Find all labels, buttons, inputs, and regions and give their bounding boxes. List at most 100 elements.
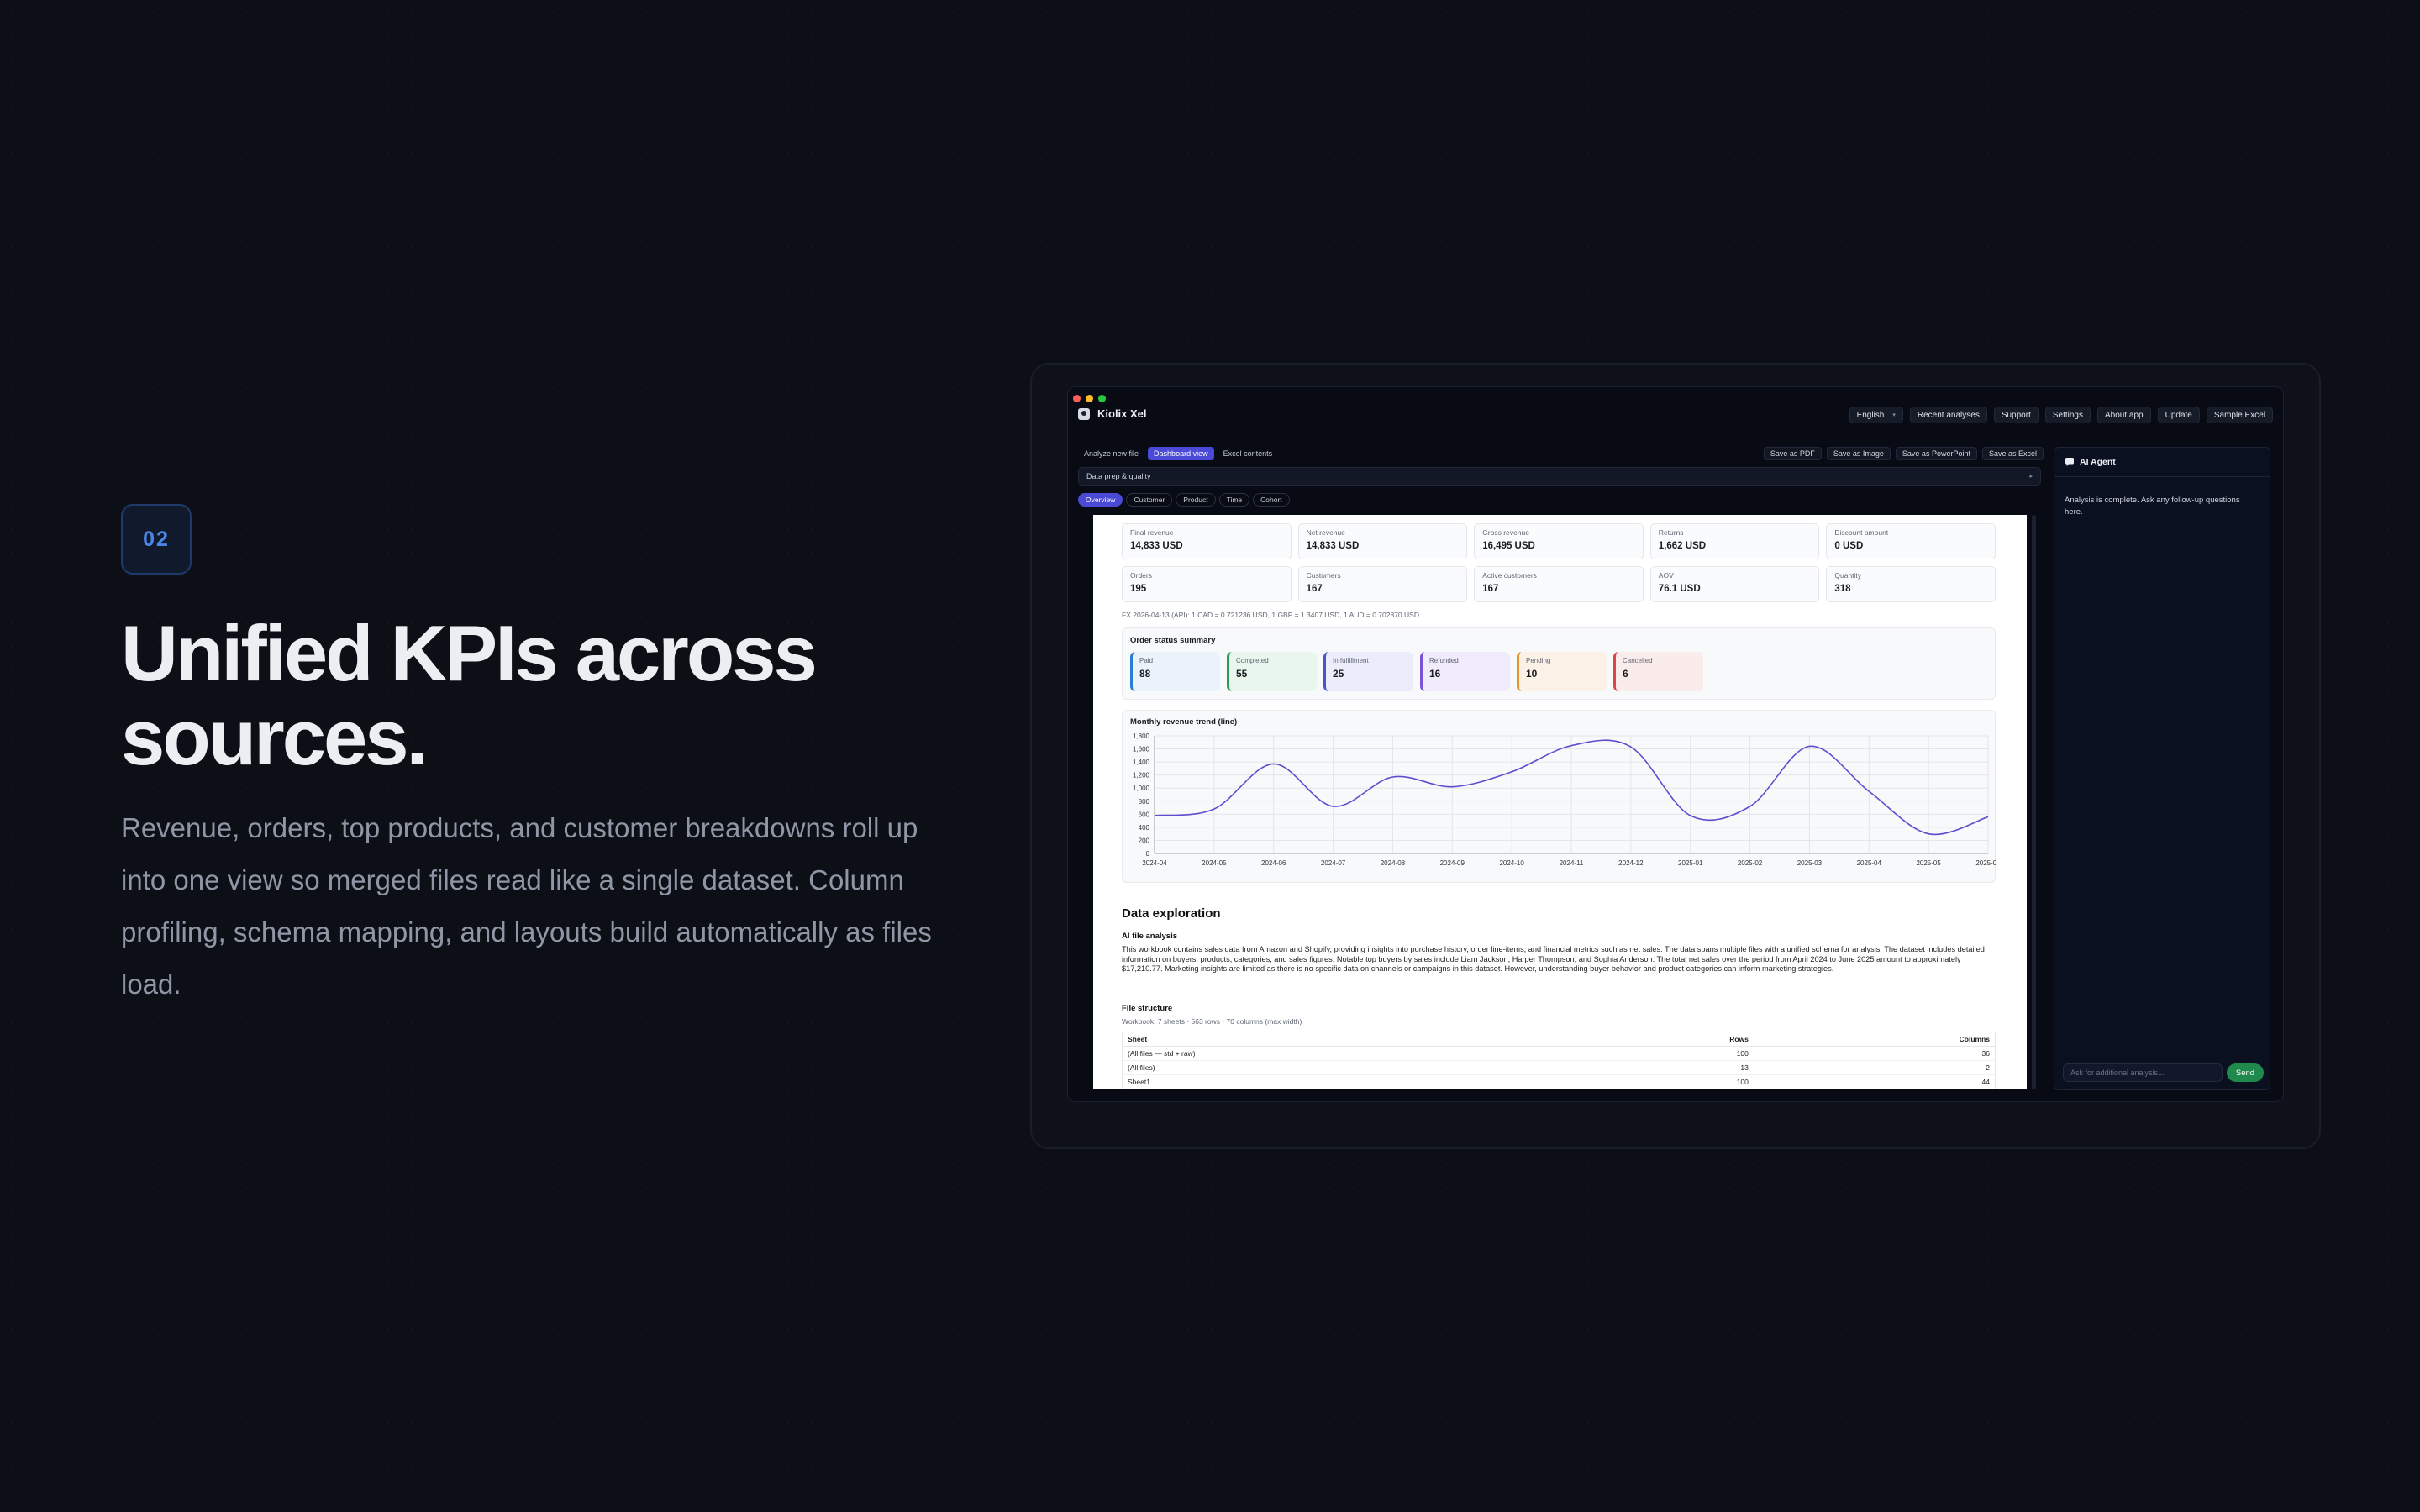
kpi-label: Customers — [1306, 571, 1341, 580]
cell-sheet: (All files) — [1122, 1060, 1582, 1075]
cell-columns: 36 — [1753, 1046, 1996, 1061]
hero-title: Unified KPIs across sources. — [121, 612, 961, 780]
file-structure-table: Sheet Rows Columns (All files — std + ra… — [1122, 1032, 1996, 1089]
about-app-button[interactable]: About app — [2097, 407, 2151, 423]
ai-agent-divider — [2054, 476, 2270, 477]
x-tick-label: 2024-11 — [1560, 859, 1584, 867]
cell-columns: 44 — [1753, 1074, 1996, 1089]
maximize-window-dot[interactable] — [1098, 395, 1106, 402]
kpi-value: 14,833 USD — [1130, 541, 1183, 551]
order-status-row: Paid 88 Completed 55 In fulfillment 25 Refunde… — [1130, 652, 1703, 691]
status-tile: Cancelled 6 — [1613, 652, 1703, 691]
status-value: 16 — [1429, 668, 1441, 680]
kpi-card: Net revenue 14,833 USD — [1297, 523, 1468, 559]
kpi-label: Discount amount — [1834, 528, 1889, 537]
y-tick-label: 600 — [1139, 811, 1150, 818]
x-tick-label: 2024-04 — [1142, 859, 1167, 867]
status-tile: Refunded 16 — [1420, 652, 1510, 691]
save-powerpoint-button[interactable]: Save as PowerPoint — [1895, 447, 1977, 460]
language-select[interactable]: English ▾ — [1849, 407, 1903, 423]
kpi-label: Net revenue — [1306, 528, 1345, 537]
status-tile: Paid 88 — [1130, 652, 1220, 691]
recent-analyses-button[interactable]: Recent analyses — [1909, 407, 1987, 423]
revenue-chart-card: Monthly revenue trend (line) 0 200 400 600 8… — [1122, 710, 1996, 883]
y-tick-label: 200 — [1139, 837, 1150, 844]
kpi-card: Discount amount 0 USD — [1826, 523, 1996, 559]
x-tick-label: 2024-10 — [1499, 859, 1524, 867]
view-tabs: Analyze new file Dashboard view Excel co… — [1078, 447, 1278, 460]
kpi-value: 76.1 USD — [1658, 584, 1701, 594]
table-row: (All files — std + raw) 100 36 — [1122, 1046, 1996, 1061]
chevron-down-icon: ▾ — [1892, 412, 1896, 418]
tab-cohort[interactable]: Cohort — [1253, 493, 1290, 507]
status-label: Cancelled — [1623, 657, 1653, 664]
status-value: 10 — [1526, 668, 1538, 680]
kpi-value: 167 — [1482, 584, 1499, 594]
kpi-card: AOV 76.1 USD — [1649, 566, 1820, 602]
export-toolbar: Save as PDF Save as Image Save as PowerP… — [1763, 447, 2044, 460]
kpi-card: Quantity 318 — [1826, 566, 1996, 602]
header-sheet: Sheet — [1122, 1032, 1582, 1047]
y-tick-label: 400 — [1139, 824, 1150, 832]
x-tick-label: 2025-04 — [1857, 859, 1882, 867]
ai-agent-panel: AI Agent Analysis is complete. Ask any f… — [2054, 447, 2270, 1090]
kpi-card: Gross revenue 16,495 USD — [1474, 523, 1644, 559]
minimize-window-dot[interactable] — [1086, 395, 1093, 402]
kpi-label: Quantity — [1834, 571, 1862, 580]
ai-agent-message: Analysis is complete. Ask any follow-up … — [2065, 496, 2240, 517]
content-scrollbar[interactable] — [2032, 515, 2036, 1089]
status-label: Paid — [1139, 657, 1154, 664]
x-tick-label: 2025-02 — [1738, 859, 1763, 867]
table-header-row: Sheet Rows Columns — [1122, 1032, 1996, 1047]
save-excel-button[interactable]: Save as Excel — [1981, 447, 2044, 460]
status-tile: Completed 55 — [1227, 652, 1317, 691]
ai-question-input[interactable]: Ask for additional analysis... — [2063, 1063, 2223, 1082]
tab-dashboard-view[interactable]: Dashboard view — [1148, 447, 1214, 460]
save-image-button[interactable]: Save as Image — [1826, 447, 1891, 460]
x-tick-label: 2025-06 — [1975, 859, 1996, 867]
y-tick-label: 1,200 — [1133, 772, 1150, 780]
status-value: 6 — [1623, 668, 1628, 680]
update-button[interactable]: Update — [2157, 407, 2200, 423]
tab-analyze-new-file[interactable]: Analyze new file — [1078, 447, 1144, 460]
cell-sheet: (All files — std + raw) — [1122, 1046, 1582, 1061]
kpi-grid: Final revenue 14,833 USD Net revenue 14,833… — [1122, 523, 1996, 602]
status-label: Refunded — [1429, 657, 1459, 664]
send-button[interactable]: Send — [2227, 1063, 2264, 1082]
revenue-line-chart: 0 200 400 600 800 1,000 1,200 1,400 1,600 1,800 20… — [1133, 732, 1996, 867]
close-window-dot[interactable] — [1073, 395, 1081, 402]
settings-button[interactable]: Settings — [2044, 407, 2091, 423]
tab-overview[interactable]: Overview — [1078, 493, 1123, 507]
header-rows: Rows — [1581, 1032, 1754, 1047]
x-tick-label: 2024-08 — [1381, 859, 1406, 867]
status-value: 25 — [1333, 668, 1344, 680]
tab-time[interactable]: Time — [1218, 493, 1250, 507]
status-label: Pending — [1526, 657, 1551, 664]
x-tick-label: 2025-01 — [1678, 859, 1703, 867]
order-status-summary: Order status summary Paid 88 Completed 55 In… — [1122, 627, 1996, 700]
tab-product[interactable]: Product — [1176, 493, 1216, 507]
app-window: Kiolix Xel English ▾ Recent analyses Sup… — [1067, 386, 2284, 1102]
cell-rows: 100 — [1581, 1074, 1754, 1089]
ai-file-analysis-text: This workbook contains sales data from A… — [1122, 945, 1985, 973]
cell-sheet: Sheet1 — [1122, 1074, 1582, 1089]
x-tick-label: 2024-09 — [1440, 859, 1465, 867]
cell-rows: 100 — [1581, 1046, 1754, 1061]
tab-excel-contents[interactable]: Excel contents — [1218, 447, 1279, 460]
kpi-label: Orders — [1130, 571, 1152, 580]
kpi-card: Customers 167 — [1297, 566, 1468, 602]
status-tile: In fulfillment 25 — [1323, 652, 1413, 691]
sample-excel-button[interactable]: Sample Excel — [2206, 407, 2273, 423]
kpi-label: Gross revenue — [1482, 528, 1529, 537]
data-prep-label: Data prep & quality — [1086, 472, 1151, 480]
window-controls — [1073, 395, 1106, 402]
tab-customer[interactable]: Customer — [1126, 493, 1173, 507]
x-tick-label: 2025-03 — [1797, 859, 1823, 867]
dashboard-content: Final revenue 14,833 USD Net revenue 14,833… — [1093, 515, 2027, 1089]
save-pdf-button[interactable]: Save as PDF — [1763, 447, 1822, 460]
app-brand: Kiolix Xel — [1078, 407, 1147, 420]
data-prep-accordion[interactable]: Data prep & quality ▸ — [1078, 467, 2041, 486]
kpi-value: 0 USD — [1834, 541, 1864, 551]
kpi-card: Orders 195 — [1122, 566, 1292, 602]
support-button[interactable]: Support — [1993, 407, 2039, 423]
